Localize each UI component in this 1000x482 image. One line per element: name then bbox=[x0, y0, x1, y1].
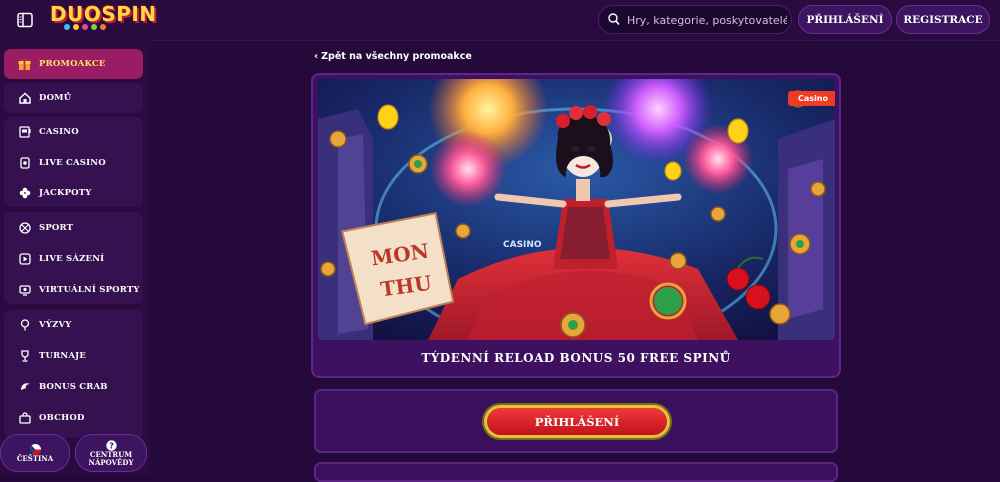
logo-text: DUOSPIN bbox=[50, 2, 157, 26]
promo-banner-image: MON THU CASINO Casino bbox=[318, 79, 835, 340]
logo[interactable]: DUOSPIN bbox=[50, 3, 157, 33]
sidebar-item-label: OBCHOD bbox=[39, 413, 85, 423]
claw-icon bbox=[18, 381, 31, 394]
category-badge: Casino bbox=[788, 91, 835, 106]
sidebar-item-domu[interactable]: DOMŮ bbox=[4, 86, 143, 110]
back-to-promotions-link[interactable]: ‹ Zpět na všechny promoakce bbox=[314, 51, 472, 62]
sidebar-item-bonus-crab[interactable]: BONUS CRAB bbox=[4, 375, 143, 399]
search-box[interactable] bbox=[598, 5, 792, 34]
sidebar-item-label: BONUS CRAB bbox=[39, 382, 108, 392]
banner-casino-sign: CASINO bbox=[503, 240, 542, 250]
sidebar-toggle-icon[interactable] bbox=[17, 12, 33, 28]
sidebar-item-label: VIRTUÁLNÍ SPORTY bbox=[39, 285, 140, 295]
sidebar-item-casino[interactable]: CASINO bbox=[4, 120, 143, 144]
search-input[interactable] bbox=[625, 10, 789, 31]
sidebar-item-label: DOMŮ bbox=[39, 93, 72, 103]
shop-icon bbox=[18, 412, 31, 425]
sidebar-item-virtualni-sporty[interactable]: VIRTUÁLNÍ SPORTY bbox=[4, 278, 143, 302]
details-panel bbox=[314, 462, 838, 482]
home-icon bbox=[18, 92, 31, 105]
sidebar-item-live-casino[interactable]: LIVE CASINO bbox=[4, 151, 143, 175]
sidebar-item-label: SPORT bbox=[39, 223, 74, 233]
live-card-icon bbox=[18, 157, 31, 170]
sidebar-item-label: VÝZVY bbox=[39, 320, 72, 330]
sidebar-group-casino: CASINO LIVE CASINO JACKPOTY bbox=[4, 117, 143, 207]
logo-decoration bbox=[64, 24, 106, 30]
promo-title: TÝDENNÍ RELOAD BONUS 50 FREE SPINŮ bbox=[421, 351, 731, 365]
sidebar-item-live-sazeni[interactable]: LIVE SÁZENÍ bbox=[4, 247, 143, 271]
sidebar-group-extras: VÝZVY TURNAJE BONUS CRAB OBCHOD bbox=[4, 310, 143, 438]
help-center-button[interactable]: ? CENTRUM NÁPOVĚDY bbox=[75, 434, 147, 472]
top-bar: DUOSPIN PŘIHLÁŠENÍ REGISTRACE bbox=[0, 0, 1000, 41]
target-icon bbox=[18, 319, 31, 332]
sidebar-item-label: CASINO bbox=[39, 127, 79, 137]
chevron-left-icon: ‹ bbox=[314, 51, 319, 62]
play-icon bbox=[18, 253, 31, 266]
trophy-icon bbox=[18, 350, 31, 363]
back-link-label: Zpět na všechny promoakce bbox=[321, 51, 472, 62]
search-icon bbox=[608, 13, 620, 26]
cta-login-button[interactable]: PŘIHLÁŠENÍ bbox=[484, 405, 670, 438]
sidebar-item-jackpoty[interactable]: JACKPOTY bbox=[4, 181, 143, 205]
sidebar-item-label: LIVE SÁZENÍ bbox=[39, 254, 105, 264]
virtual-screen-icon bbox=[18, 284, 31, 297]
sidebar-item-promoakce[interactable]: PROMOAKCE bbox=[4, 52, 143, 76]
sidebar-group-sport: SPORT LIVE SÁZENÍ VIRTUÁLNÍ SPORTY bbox=[4, 212, 143, 304]
slot-machine-icon bbox=[18, 126, 31, 139]
czech-flag-icon bbox=[29, 443, 41, 455]
help-label-line2: NÁPOVĚDY bbox=[88, 457, 134, 467]
sidebar-item-label: LIVE CASINO bbox=[39, 158, 106, 168]
promo-card: MON THU CASINO Casino TÝDENNÍ RELOAD BON… bbox=[311, 73, 841, 378]
sidebar-item-sport[interactable]: SPORT bbox=[4, 216, 143, 240]
sidebar-group-home: DOMŮ bbox=[4, 83, 143, 113]
sidebar-item-label: PROMOAKCE bbox=[39, 59, 106, 69]
sidebar-item-label: JACKPOTY bbox=[39, 188, 92, 198]
svg-text:?: ? bbox=[109, 441, 114, 450]
language-button[interactable]: ČEŠTINA bbox=[0, 434, 70, 472]
login-panel: PŘIHLÁŠENÍ bbox=[314, 389, 838, 453]
sidebar-group-promo: PROMOAKCE bbox=[4, 49, 143, 79]
language-label: ČEŠTINA bbox=[16, 453, 54, 463]
sidebar-item-label: TURNAJE bbox=[39, 351, 87, 361]
help-icon: ? bbox=[105, 439, 117, 451]
ball-icon bbox=[18, 222, 31, 235]
sidebar-item-obchod[interactable]: OBCHOD bbox=[4, 406, 143, 430]
sidebar-item-vyzvy[interactable]: VÝZVY bbox=[4, 313, 143, 337]
register-button[interactable]: REGISTRACE bbox=[896, 5, 990, 34]
login-button[interactable]: PŘIHLÁŠENÍ bbox=[798, 5, 892, 34]
sidebar: PROMOAKCE DOMŮ CASINO LIVE CASINO JACKPO… bbox=[0, 40, 150, 475]
gift-icon bbox=[18, 58, 31, 71]
clover-icon bbox=[18, 187, 31, 200]
sidebar-item-turnaje[interactable]: TURNAJE bbox=[4, 344, 143, 368]
